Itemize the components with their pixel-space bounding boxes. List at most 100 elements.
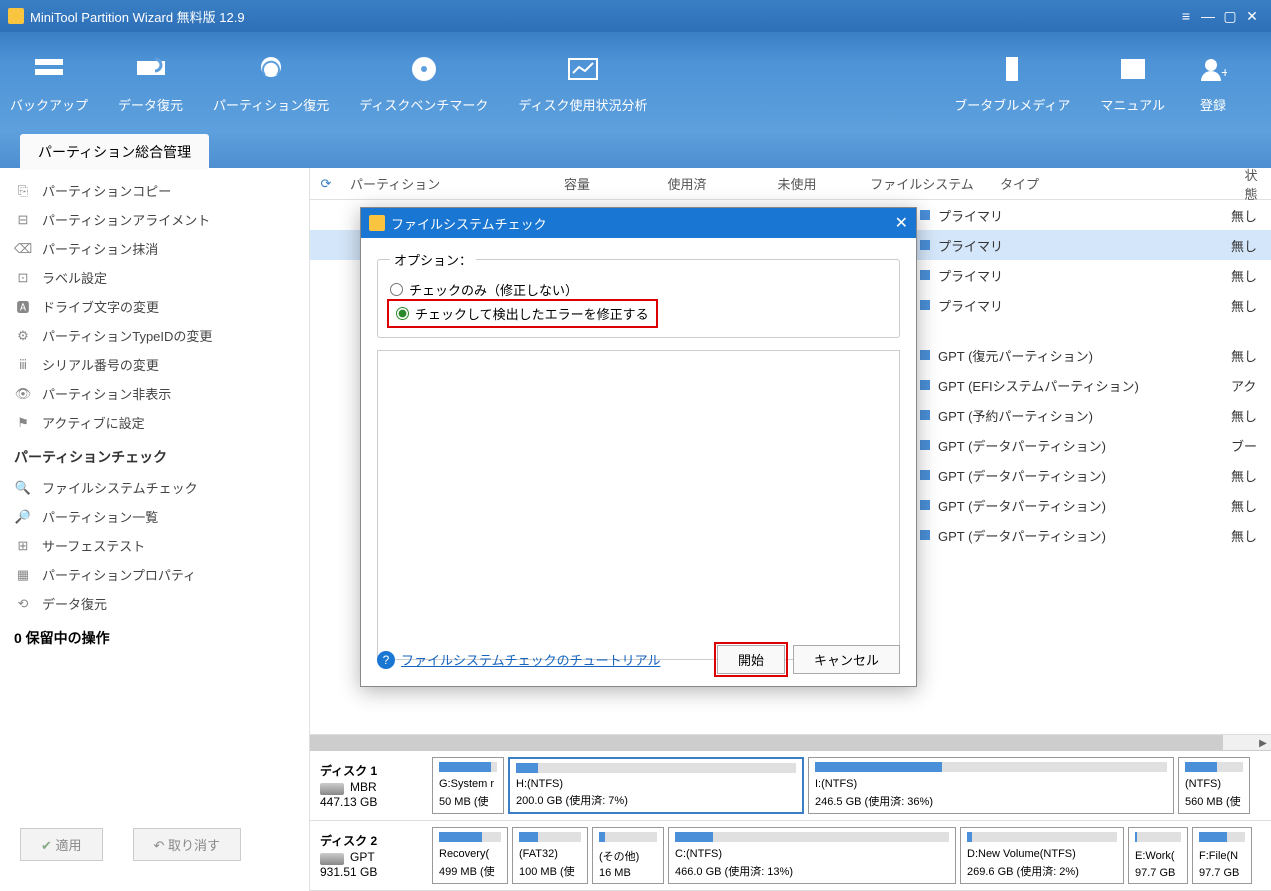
disk-1-info: ディスク 1 MBR 447.13 GB [310,751,430,820]
col-filesystem[interactable]: ファイルシステム [852,174,992,193]
toolbar-partition-recovery[interactable]: パーティション復元 [213,51,329,114]
partition-block[interactable]: (NTFS)560 MB (使 [1178,757,1250,814]
close-icon[interactable]: ✕ [1241,5,1263,27]
sidebar-item-label: パーティション抹消 [42,239,158,258]
radio-check-and-fix-input[interactable] [396,307,409,320]
partition-block[interactable]: D:New Volume(NTFS)269.6 GB (使用済: 2%) [960,827,1124,884]
sidebar-item[interactable]: ⅲシリアル番号の変更 [0,350,309,379]
titlebar: MiniTool Partition Wizard 無料版 12.9 ≡ — ▢… [0,0,1271,32]
sidebar-icon: 🅰 [14,298,32,316]
disk-row-1: ディスク 1 MBR 447.13 GB G:System r50 MB (使H… [310,751,1271,821]
sidebar-item[interactable]: 👁 パーティション非表示 [0,379,309,408]
options-group: オプション： チェックのみ（修正しない） チェックして検出したエラーを修正する [377,250,900,338]
partition-block[interactable]: H:(NTFS)200.0 GB (使用済: 7%) [508,757,804,814]
sidebar-item-label: シリアル番号の変更 [42,355,159,374]
sidebar-item[interactable]: ⚙ パーティションTypeIDの変更 [0,321,309,350]
partition-block[interactable]: F:File(N97.7 GB [1192,827,1252,884]
start-button[interactable]: 開始 [717,645,785,674]
sidebar-icon: ⟲ [14,595,32,613]
dialog-close-icon[interactable]: ✕ [895,213,908,233]
partition-block[interactable]: (その他)16 MB [592,827,664,884]
partition-block[interactable]: Recovery(499 MB (使 [432,827,508,884]
sidebar-item[interactable]: ▦ パーティションプロパティ [0,560,309,589]
toolbar-manual[interactable]: マニュアル [1100,51,1165,114]
toolbar-data-recovery[interactable]: データ復元 [118,51,183,114]
sidebar-item-label: ファイルシステムチェック [42,478,198,497]
sidebar-icon: ▦ [14,566,32,584]
sidebar-item[interactable]: ⊡ ラベル設定 [0,263,309,292]
disk-panels: ディスク 1 MBR 447.13 GB G:System r50 MB (使H… [310,750,1271,891]
partition-grid-header: ⟳ パーティション 容量 使用済 未使用 ファイルシステム タイプ 状態 [310,168,1271,200]
partition-block[interactable]: (FAT32)100 MB (使 [512,827,588,884]
sidebar-item[interactable]: ⟲ データ復元 [0,589,309,618]
col-partition[interactable]: パーティション [342,174,522,193]
sidebar-item[interactable]: ⎘パーティションコピー [0,176,309,205]
sidebar-item-label: ラベル設定 [42,268,107,287]
dialog-icon [369,215,385,231]
filesystem-check-dialog: ファイルシステムチェック ✕ オプション： チェックのみ（修正しない） チェック… [360,207,917,687]
col-status[interactable]: 状態 [1231,165,1271,203]
sidebar-head-partition-check: パーティションチェック [0,437,309,473]
menu-icon[interactable]: ≡ [1175,5,1197,27]
sidebar-item-label: パーティションTypeIDの変更 [42,326,212,345]
sidebar-item[interactable]: 🅰ドライブ文字の変更 [0,292,309,321]
sidebar-icon: ⌫ [14,240,32,258]
tab-partition-management[interactable]: パーティション総合管理 [20,134,209,170]
disk-row-2: ディスク 2 GPT 931.51 GB Recovery(499 MB (使(… [310,821,1271,891]
apply-button[interactable]: ✔ 適用 [20,828,103,861]
col-unused[interactable]: 未使用 [742,174,852,193]
sidebar-item-label: パーティション非表示 [42,384,171,403]
sidebar-item-label: データ復元 [42,594,107,613]
horizontal-scrollbar[interactable]: ▶ [310,734,1271,750]
sidebar-item-label: サーフェステスト [42,536,145,555]
sidebar: ⎘パーティションコピー ⊟ パーティションアライメント ⌫ パーティション抹消 ⊡ ラベル設… [0,168,310,891]
sidebar-item[interactable]: ⚑ アクティブに設定 [0,408,309,437]
sidebar-icon: 👁 [14,385,32,403]
sidebar-item[interactable]: ⌫ パーティション抹消 [0,234,309,263]
partition-block[interactable]: C:(NTFS)466.0 GB (使用済: 13%) [668,827,956,884]
partition-block[interactable]: I:(NTFS)246.5 GB (使用済: 36%) [808,757,1174,814]
sidebar-item-label: パーティションプロパティ [42,565,196,584]
toolbar-bootable-media[interactable]: ブータブルメディア [954,51,1070,114]
tab-strip: パーティション総合管理 [0,132,1271,168]
sidebar-icon: ⊡ [14,269,32,287]
minimize-icon[interactable]: — [1197,5,1219,27]
sidebar-item-label: パーティションアライメント [42,210,210,229]
dialog-titlebar[interactable]: ファイルシステムチェック ✕ [361,208,916,238]
sidebar-icon: ⚑ [14,414,32,432]
sidebar-item[interactable]: 🔍ファイルシステムチェック [0,473,309,502]
col-used[interactable]: 使用済 [632,174,742,193]
sidebar-item-label: パーティション一覧 [42,507,158,526]
partition-block[interactable]: G:System r50 MB (使 [432,757,504,814]
partition-block[interactable]: E:Work(97.7 GB [1128,827,1188,884]
col-capacity[interactable]: 容量 [522,174,632,193]
refresh-icon[interactable]: ⟳ [310,176,342,192]
tutorial-link[interactable]: ファイルシステムチェックのチュートリアル [401,650,660,669]
sidebar-icon: ⎘ [14,182,32,200]
disk-2-info: ディスク 2 GPT 931.51 GB [310,821,430,890]
sidebar-item-label: アクティブに設定 [42,413,145,432]
radio-check-only[interactable]: チェックのみ（修正しない） [390,277,887,302]
maximize-icon[interactable]: ▢ [1219,5,1241,27]
dialog-title: ファイルシステムチェック [391,214,547,233]
undo-button[interactable]: ↶ 取り消す [133,828,242,861]
radio-check-and-fix[interactable]: チェックして検出したエラーを修正する [390,302,655,325]
app-icon [8,8,24,24]
sidebar-item[interactable]: ⊞ サーフェステスト [0,531,309,560]
toolbar-register[interactable]: +登録 [1195,51,1231,114]
disk-icon [320,853,344,865]
main-toolbar: バックアップ データ復元 パーティション復元 ディスクベンチマーク ディスク使用… [0,32,1271,132]
radio-check-only-input[interactable] [390,283,403,296]
help-icon[interactable]: ? [377,651,395,669]
options-label: オプション： [390,250,476,269]
sidebar-icon: ⊟ [14,211,32,229]
col-type[interactable]: タイプ [992,174,1231,193]
sidebar-icon: ⚙ [14,327,32,345]
toolbar-backup[interactable]: バックアップ [10,51,88,114]
sidebar-item[interactable]: ⊟ パーティションアライメント [0,205,309,234]
sidebar-item[interactable]: 🔎パーティション一覧 [0,502,309,531]
sidebar-icon: ⊞ [14,537,32,555]
toolbar-disk-usage[interactable]: ディスク使用状況分析 [518,51,647,114]
toolbar-benchmark[interactable]: ディスクベンチマーク [359,51,488,114]
cancel-button[interactable]: キャンセル [793,645,900,674]
